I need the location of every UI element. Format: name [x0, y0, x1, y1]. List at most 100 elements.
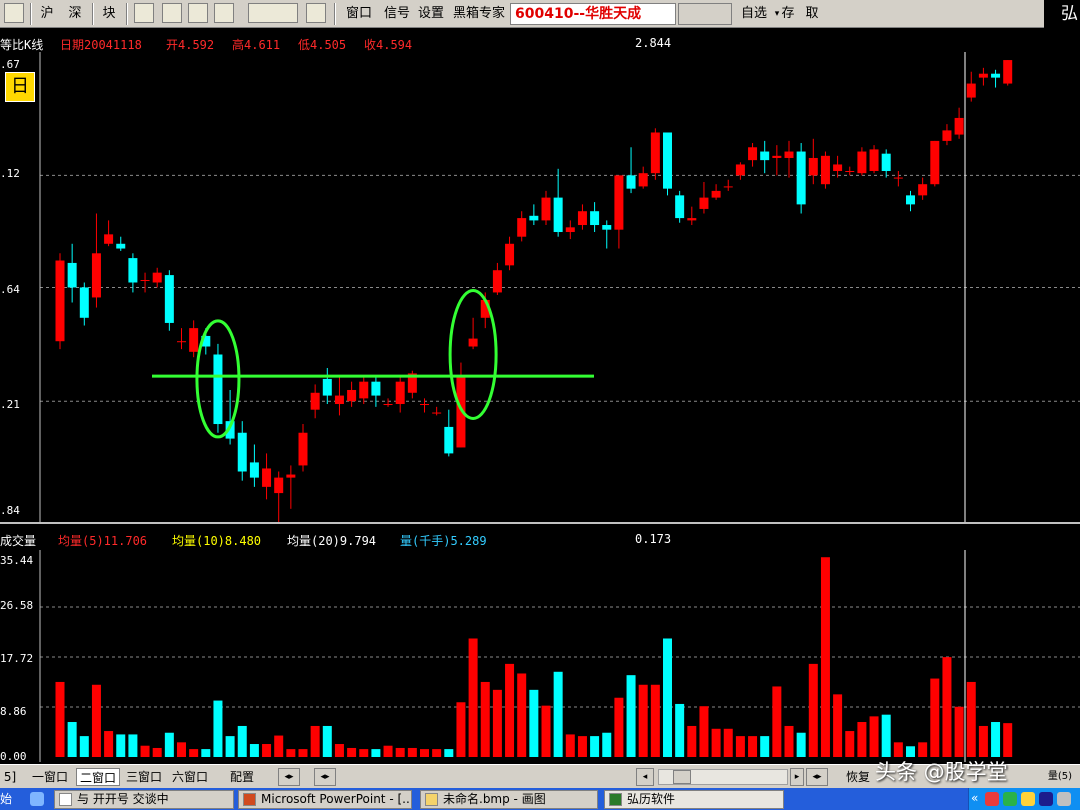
candle-body [262, 468, 272, 487]
tab-six-window[interactable]: 六窗口 [168, 768, 212, 786]
candle-body [104, 234, 114, 244]
face-icon[interactable] [188, 3, 208, 23]
tray-volume-icon[interactable] [1021, 792, 1035, 806]
save-menu[interactable]: 存 [778, 3, 798, 25]
candle-body [432, 412, 442, 414]
task-chat[interactable]: 与 开开号 交谈中 [54, 790, 234, 809]
tab-two-window[interactable]: 二窗口 [76, 768, 120, 786]
volume-bar [383, 745, 393, 757]
volume-bar [359, 749, 369, 757]
volume-bar [820, 557, 830, 757]
volume-bar [711, 728, 721, 757]
start-button[interactable]: 始 [0, 790, 24, 809]
scroll-right-button[interactable]: ▸ [790, 768, 804, 786]
stock-title-field[interactable]: 600410--华胜天成 [510, 3, 676, 25]
volume-bar [480, 681, 490, 757]
restore-button[interactable]: 恢复 [842, 768, 874, 786]
volume-bar [286, 749, 296, 757]
volume-bar [237, 725, 247, 757]
candle-body [820, 155, 830, 185]
candle-body [906, 195, 915, 205]
candle-body [577, 211, 587, 226]
candle-body [602, 225, 612, 230]
tray-network-icon[interactable] [1003, 792, 1017, 806]
tray-app-icon[interactable] [985, 792, 999, 806]
tray-expand-icon[interactable]: « [971, 791, 978, 805]
price-pane-title: 等比K线 [0, 38, 44, 52]
tray-misc-icon[interactable] [1057, 792, 1071, 806]
scrollbar-thumb[interactable] [673, 770, 691, 784]
folder-icon[interactable] [162, 3, 182, 23]
candle-body [1003, 60, 1013, 84]
stock-code-input[interactable] [678, 3, 732, 25]
system-tray: « [968, 788, 1080, 810]
blackbox-menu[interactable]: 黑箱专家 [450, 3, 508, 25]
candle-body [590, 211, 600, 226]
window-icon[interactable] [4, 3, 24, 23]
shanghai-button[interactable]: 沪 [36, 3, 58, 25]
signal-menu[interactable]: 信号 [380, 3, 414, 25]
candle-body [869, 149, 879, 171]
shenzhen-button[interactable]: 深 [64, 3, 86, 25]
task-powerpoint-label: Microsoft PowerPoint - [... [261, 792, 412, 806]
candle-body [675, 195, 685, 219]
block-button[interactable]: 块 [98, 3, 120, 25]
volume-bar [505, 663, 515, 757]
load-menu[interactable]: 取 [802, 3, 822, 25]
task-hongli[interactable]: 弘历软件 [604, 790, 784, 809]
candle-body [978, 73, 988, 78]
candle-body [687, 218, 697, 221]
quicklaunch-icon[interactable] [30, 792, 44, 806]
volume-bar [1003, 723, 1013, 757]
close-box-icon[interactable] [306, 3, 326, 23]
volume-bar [833, 694, 843, 757]
scroll-left-button[interactable]: ◂ [636, 768, 654, 786]
tab-config[interactable]: 配置 [226, 768, 258, 786]
volume-bar [517, 673, 527, 757]
volume-indicator-tab[interactable]: 量(5) [1040, 768, 1080, 786]
zoom-in-button[interactable]: ◂▸ [314, 768, 336, 786]
tab-one-window[interactable]: 一窗口 [28, 768, 72, 786]
tool-icon[interactable] [214, 3, 234, 23]
chart-icon[interactable] [134, 3, 154, 23]
candle-body [395, 381, 405, 405]
tab-three-window[interactable]: 三窗口 [122, 768, 166, 786]
window-menu[interactable]: 窗口 [342, 3, 376, 25]
volume-bar [553, 671, 563, 757]
volume-bar [407, 747, 417, 757]
volume-bar [748, 736, 758, 757]
volume-bar [614, 697, 624, 757]
candle-body [67, 262, 77, 288]
task-powerpoint[interactable]: Microsoft PowerPoint - [... [238, 790, 412, 809]
volume-bar [845, 731, 855, 757]
candle-body [286, 474, 296, 478]
volume-readout: 量(千手)5.289 [400, 534, 487, 548]
step-button[interactable]: ◂▸ [806, 768, 828, 786]
arrows-icon[interactable] [248, 3, 298, 23]
volume-bar [650, 684, 660, 757]
candlestick-chart[interactable] [0, 52, 1080, 522]
candle-body [930, 140, 940, 185]
candle-body [298, 432, 308, 466]
pane-divider[interactable] [0, 522, 1080, 524]
candle-body [833, 164, 843, 171]
volume-bar [347, 747, 357, 757]
candle-body [310, 392, 320, 410]
volume-bar [687, 725, 697, 757]
volume-bar [298, 749, 308, 757]
volume-chart[interactable] [0, 550, 1080, 762]
task-paint[interactable]: 未命名.bmp - 画图 [420, 790, 598, 809]
settings-menu[interactable]: 设置 [414, 3, 448, 25]
horizontal-scrollbar[interactable] [658, 769, 788, 785]
candle-body [626, 175, 636, 189]
close-readout: 收4.594 [364, 38, 413, 52]
watchlist-menu[interactable]: 自选 [736, 3, 772, 25]
tray-im-icon[interactable] [1039, 792, 1053, 806]
volume-bar [164, 732, 174, 757]
zoom-out-button[interactable]: ◂▸ [278, 768, 300, 786]
volume-bar [663, 638, 672, 757]
volume-bar [675, 703, 685, 757]
candle-body [711, 190, 721, 198]
volume-bar [468, 638, 478, 757]
volume-bar [432, 749, 442, 757]
